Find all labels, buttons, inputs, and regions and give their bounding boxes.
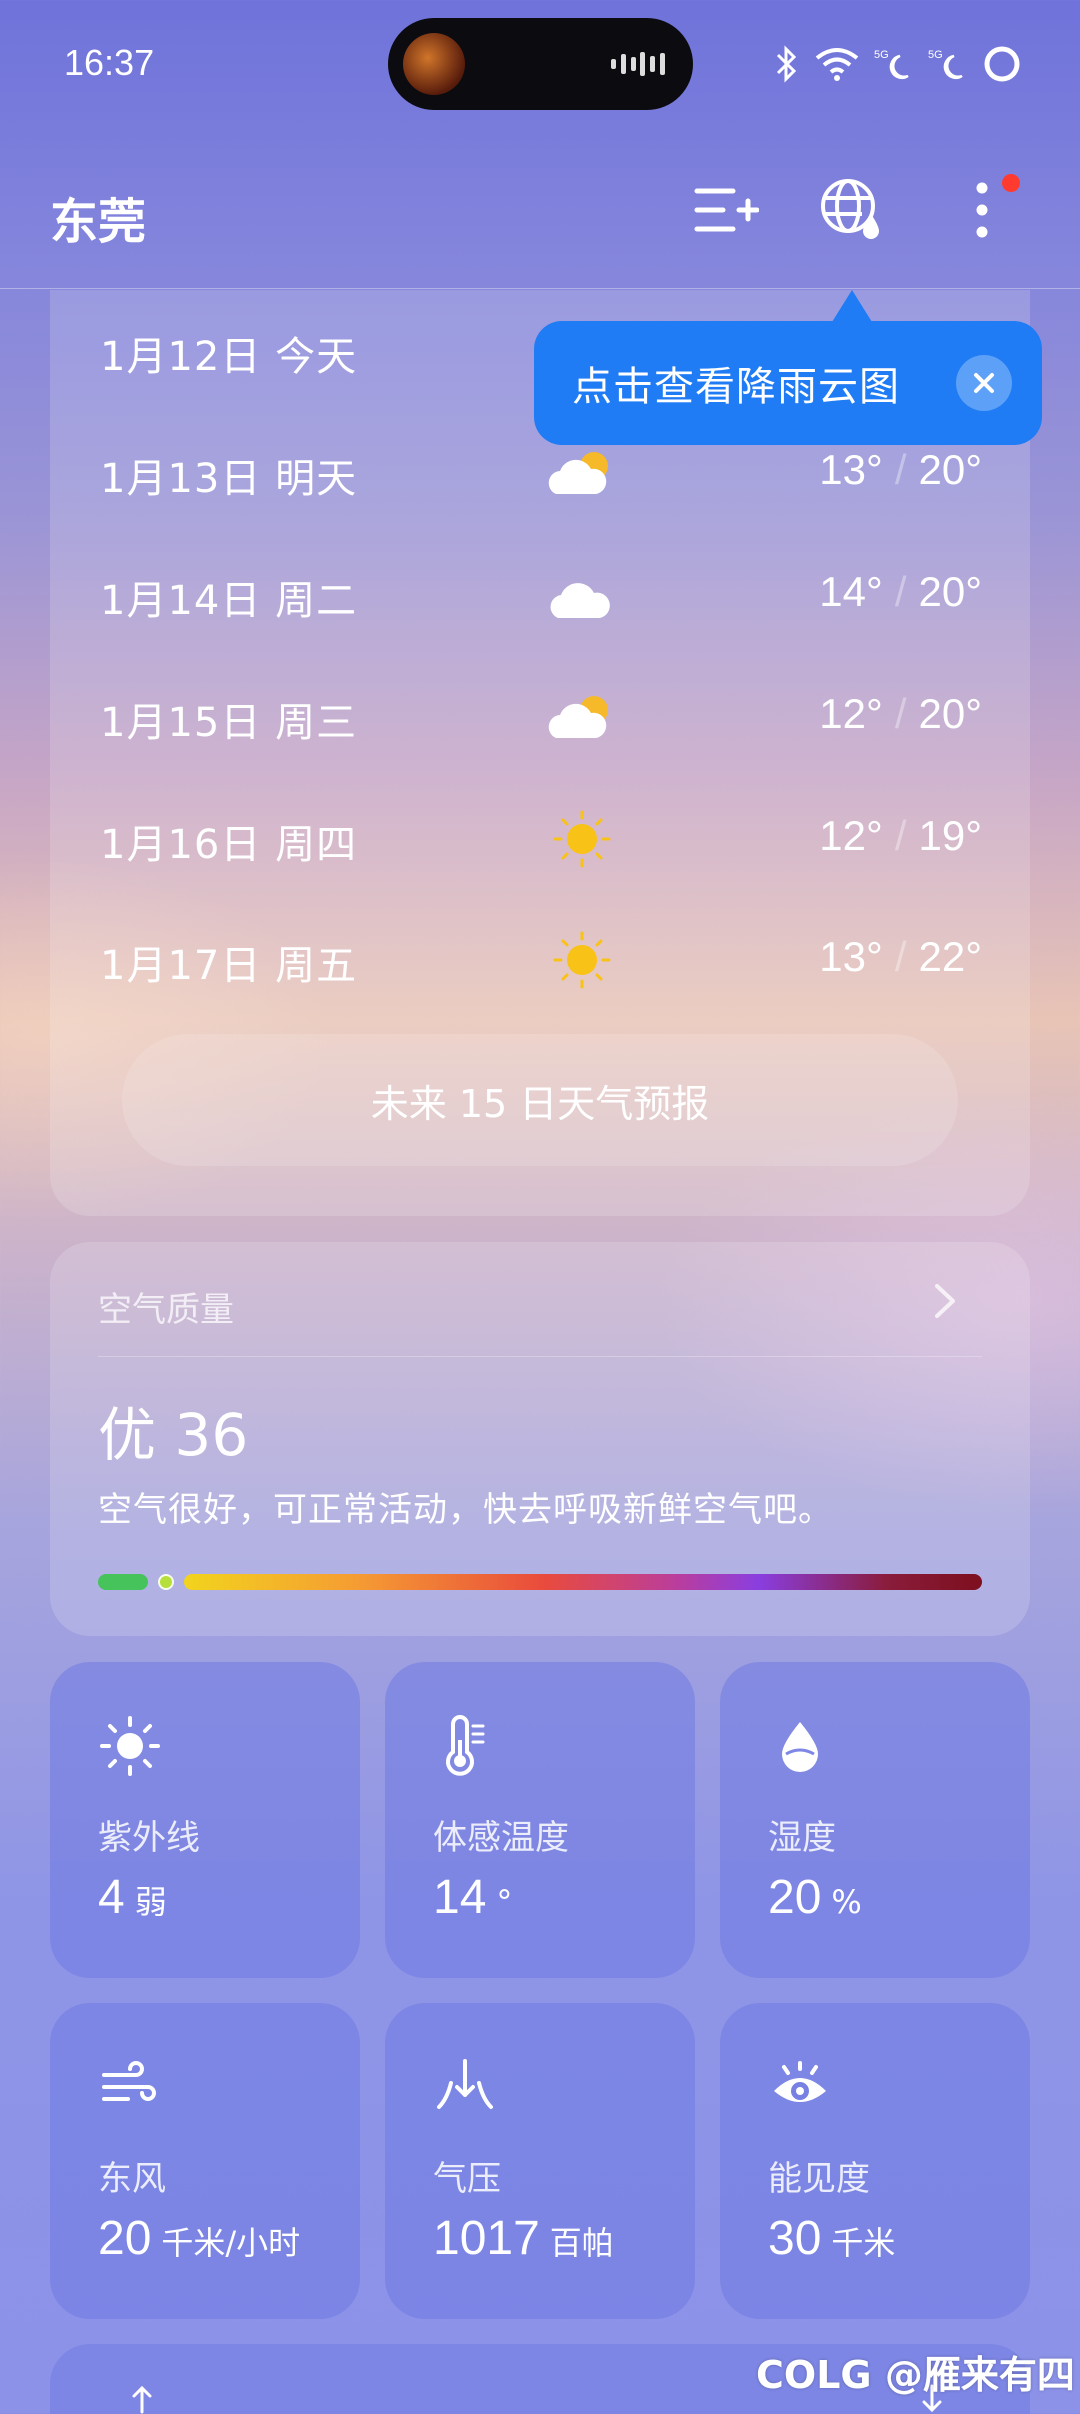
tile-unit: 千米/小时 <box>161 2224 301 2262</box>
cloudy-sun-icon <box>548 696 608 738</box>
header-divider <box>0 288 1080 289</box>
media-cover-icon <box>403 33 465 95</box>
rain-map-tooltip[interactable]: 点击查看降雨云图 <box>534 321 1042 445</box>
forecast-high: 20° <box>918 446 982 493</box>
aq-scale-good <box>98 1574 148 1590</box>
signal-5g-2-icon: 5G <box>928 49 963 80</box>
sun-icon <box>100 1716 160 1776</box>
dynamic-island[interactable] <box>388 18 693 110</box>
forecast-day: 明天 <box>275 456 358 502</box>
tile-unit: % <box>831 1883 862 1921</box>
tile-value: 1017 <box>433 2212 540 2265</box>
audio-wave-icon <box>611 50 665 78</box>
status-icons: 5G 5G <box>774 44 1022 84</box>
forecast-day: 周二 <box>275 578 358 624</box>
signal-5g-1-icon: 5G <box>874 49 909 80</box>
forecast-date: 1月14日 <box>100 578 262 624</box>
bluetooth-icon <box>776 45 797 83</box>
pressure-tile[interactable]: 气压 1017 百帕 <box>385 2003 695 2319</box>
svg-text:5G: 5G <box>874 49 889 61</box>
tile-value: 20 <box>768 1871 822 1924</box>
visibility-tile[interactable]: 能见度 30 千米 <box>720 2003 1030 2319</box>
cloud-icon <box>550 583 610 618</box>
forecast-date: 1月12日 <box>100 334 262 380</box>
15-day-forecast-button[interactable]: 未来 15 日天气预报 <box>122 1034 958 1166</box>
aq-indicator <box>158 1574 174 1590</box>
close-icon <box>974 373 994 393</box>
tile-label: 湿度 <box>768 1818 836 1858</box>
humidity-drop-icon <box>782 1722 818 1772</box>
aq-scale-rest <box>184 1574 982 1590</box>
tooltip-text: 点击查看降雨云图 <box>572 364 900 410</box>
wifi-icon <box>815 48 859 81</box>
forecast-low: 12° <box>819 690 883 737</box>
forecast-day: 周四 <box>275 822 358 868</box>
rain-map-button[interactable] <box>812 170 892 250</box>
forecast-low: 14° <box>819 568 883 615</box>
forecast-row[interactable]: 1月13日 明天 13°/20° <box>50 438 1030 508</box>
humidity-tile[interactable]: 湿度 20% <box>720 1662 1030 1978</box>
wind-icon <box>102 2061 156 2101</box>
tile-label: 东风 <box>98 2159 166 2199</box>
tile-label: 体感温度 <box>433 1818 569 1858</box>
air-quality-value: 优 36 <box>98 1401 249 1469</box>
tile-value: 20 <box>98 2212 152 2265</box>
globe-rain-icon <box>821 179 879 239</box>
arrow-up-icon <box>132 2385 152 2414</box>
forecast-day: 今天 <box>275 334 358 380</box>
forecast-row[interactable]: 1月14日 周二 14°/20° <box>50 560 1030 630</box>
tile-label: 能见度 <box>768 2159 870 2199</box>
svg-text:5G: 5G <box>928 49 943 61</box>
forecast-low: 13° <box>819 933 883 980</box>
forecast-low: 12° <box>819 812 883 859</box>
air-quality-divider <box>98 1356 982 1357</box>
tile-unit: 百帕 <box>549 2224 614 2262</box>
status-time: 16:37 <box>64 42 155 83</box>
forecast-day: 周三 <box>275 700 358 746</box>
pressure-icon <box>437 2059 493 2109</box>
forecast-date: 1月17日 <box>100 943 262 989</box>
chevron-right-icon[interactable] <box>925 1278 965 1324</box>
uv-tile[interactable]: 紫外线 4弱 <box>50 1662 360 1978</box>
tooltip-close-button[interactable] <box>956 355 1012 411</box>
add-list-icon <box>694 188 759 232</box>
forecast-date: 1月15日 <box>100 700 262 746</box>
forecast-row[interactable]: 1月17日 周五 13°/22° <box>50 925 1030 995</box>
tooltip-arrow <box>832 290 872 322</box>
tile-label: 气压 <box>433 2159 501 2199</box>
eye-icon <box>774 2061 826 2102</box>
tile-unit: ° <box>496 1883 513 1921</box>
wind-tile[interactable]: 东风 20 千米/小时 <box>50 2003 360 2319</box>
air-quality-scale <box>98 1574 982 1590</box>
forecast-row[interactable]: 1月15日 周三 12°/20° <box>50 682 1030 752</box>
air-quality-label: 空气质量 <box>98 1290 234 1330</box>
tile-unit: 弱 <box>134 1883 167 1921</box>
tile-label: 紫外线 <box>98 1818 200 1858</box>
add-city-button[interactable] <box>686 170 766 250</box>
forecast-day: 周五 <box>275 943 358 989</box>
forecast-low: 13° <box>819 446 883 493</box>
city-title[interactable]: 东莞 <box>50 182 146 252</box>
cloudy-sun-icon <box>548 452 608 494</box>
forecast-high: 20° <box>918 690 982 737</box>
sun-icon <box>553 810 611 868</box>
notification-dot <box>1002 174 1020 192</box>
forecast-date: 1月13日 <box>100 456 262 502</box>
tile-value: 30 <box>768 2212 822 2265</box>
feels-like-tile[interactable]: 体感温度 14 ° <box>385 1662 695 1978</box>
more-vertical-icon <box>976 182 988 238</box>
forecast-date: 1月16日 <box>100 822 262 868</box>
tile-unit: 千米 <box>831 2224 896 2262</box>
forecast-high: 20° <box>918 568 982 615</box>
tile-value: 14 <box>433 1871 487 1924</box>
thermometer-icon <box>446 1715 485 1776</box>
tile-value: 4 <box>98 1871 125 1924</box>
sun-icon <box>553 931 611 989</box>
forecast-high: 22° <box>918 933 982 980</box>
forecast-row[interactable]: 1月16日 周四 12°/19° <box>50 804 1030 874</box>
air-quality-description: 空气很好，可正常活动，快去呼吸新鲜空气吧。 <box>98 1490 833 1530</box>
battery-ring-icon <box>984 46 1020 82</box>
forecast-high: 19° <box>918 812 982 859</box>
watermark: COLG @雁来有四 <box>756 2353 1075 2397</box>
